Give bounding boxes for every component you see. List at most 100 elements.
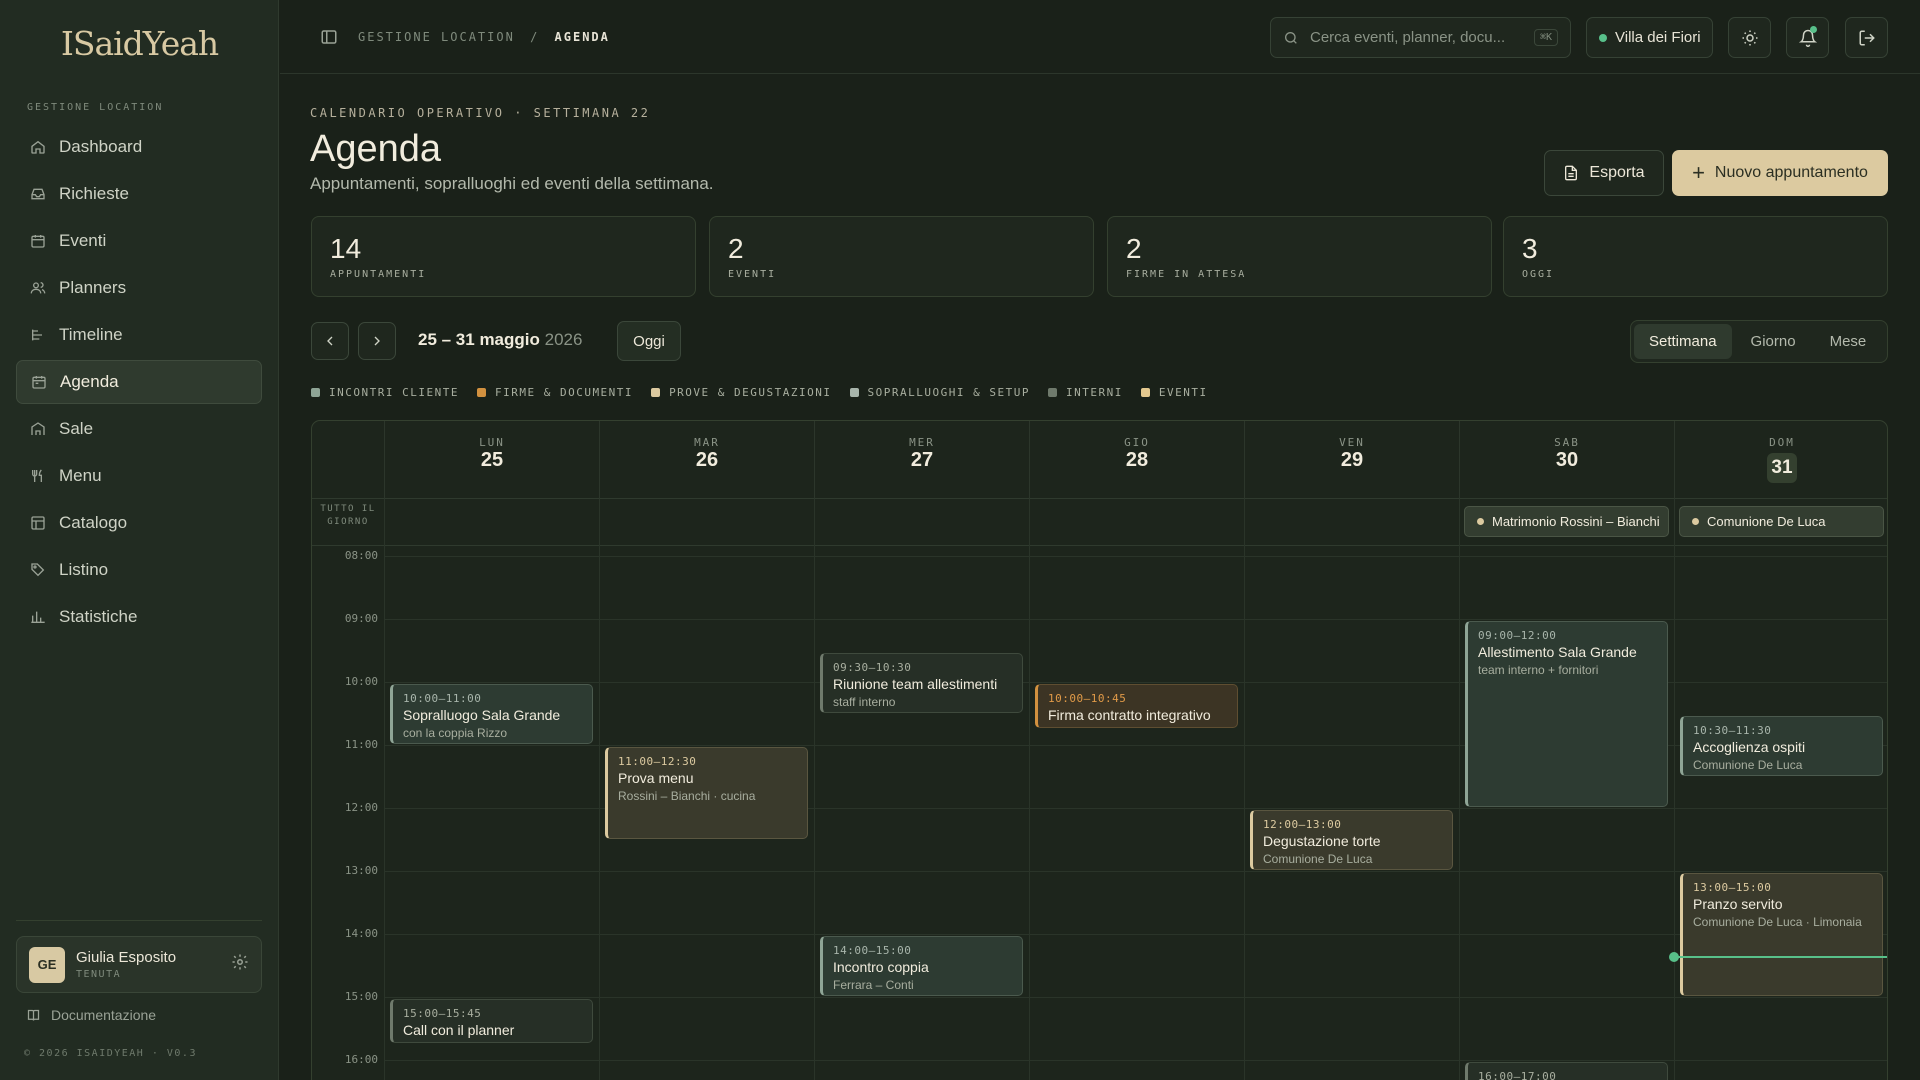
- day-name: GIO: [1124, 436, 1150, 449]
- sidebar-item-dashboard[interactable]: Dashboard: [16, 125, 262, 169]
- page-eyebrow: CALENDARIO OPERATIVO · SETTIMANA 22: [310, 106, 651, 120]
- today-button[interactable]: Oggi: [617, 321, 681, 361]
- stat-value: 2: [1126, 233, 1142, 264]
- sidebar-item-timeline[interactable]: Timeline: [16, 313, 262, 357]
- event-description: Comunione De Luca · Limonaia: [1693, 915, 1862, 929]
- day-number: 25: [480, 449, 504, 471]
- day-header-ven[interactable]: VEN 29: [1244, 421, 1459, 499]
- gear-icon[interactable]: [231, 953, 249, 976]
- app-logo[interactable]: ISaidYeah: [0, 24, 279, 63]
- user-card[interactable]: GE Giulia Esposito TENUTA: [16, 936, 262, 993]
- day-column-divider: [1029, 499, 1030, 1080]
- sidebar-item-statistiche[interactable]: Statistiche: [16, 595, 262, 639]
- day-header-dom[interactable]: DOM 31: [1674, 421, 1887, 499]
- calendar-event[interactable]: 10:00–11:00 Sopralluogo Sala Grande con la…: [390, 684, 593, 744]
- calendar-event[interactable]: 10:30–11:30 Accoglienza ospiti Comunione D…: [1680, 715, 1883, 776]
- sidebar-item-richieste[interactable]: Richieste: [16, 172, 262, 216]
- all-day-event[interactable]: Matrimonio Rossini – Bianchi: [1464, 506, 1669, 537]
- timeline-icon: [29, 326, 47, 344]
- day-name: VEN: [1339, 436, 1365, 449]
- sidebar: ISaidYeah GESTIONE LOCATION Dashboard Ric…: [0, 0, 279, 1080]
- sidebar-item-agenda[interactable]: Agenda: [16, 360, 262, 404]
- sidebar-item-sale[interactable]: Sale: [16, 407, 262, 451]
- users-icon: [29, 279, 47, 297]
- theme-toggle-button[interactable]: [1728, 17, 1771, 58]
- sidebar-toggle-icon[interactable]: [320, 28, 338, 51]
- legend-label: INCONTRI CLIENTE: [329, 386, 459, 399]
- view-option-giorno[interactable]: Giorno: [1736, 324, 1811, 359]
- inbox-icon: [29, 185, 47, 203]
- legend-swatch: [849, 388, 859, 397]
- day-header-lun[interactable]: LUN 25: [384, 421, 599, 499]
- utensils-icon: [29, 467, 47, 485]
- sidebar-item-menu[interactable]: Menu: [16, 454, 262, 498]
- event-time: 09:30–10:30: [833, 660, 912, 674]
- sidebar-item-planners[interactable]: Planners: [16, 266, 262, 310]
- view-option-mese[interactable]: Mese: [1815, 324, 1882, 359]
- day-column-divider: [1674, 499, 1675, 1080]
- search-input[interactable]: Cerca eventi, planner, docu... ⌘K: [1270, 17, 1571, 58]
- hour-label: 11:00: [344, 738, 378, 751]
- stat-card: 3 OGGI: [1503, 216, 1888, 297]
- day-number-wrap: 26: [600, 449, 814, 472]
- calendar-event[interactable]: 09:00–12:00 Allestimento Sala Grande team …: [1465, 621, 1668, 807]
- calendar-event[interactable]: 16:00–17:00: [1465, 1062, 1668, 1080]
- legend-item: INCONTRI CLIENTE: [311, 386, 459, 399]
- export-button[interactable]: Esporta: [1544, 150, 1664, 196]
- event-time: 11:00–12:30: [618, 755, 697, 768]
- calendar-event[interactable]: 12:00–13:00 Degustazione torte Comunione D…: [1250, 810, 1453, 870]
- search-shortcut: ⌘K: [1533, 29, 1558, 46]
- current-time-dot: [1669, 952, 1679, 963]
- legend-label: SOPRALLUOGHI & SETUP: [867, 386, 1030, 399]
- day-number-wrap: 25: [385, 449, 599, 472]
- stat-value: 3: [1522, 233, 1538, 264]
- all-day-event[interactable]: Comunione De Luca: [1679, 506, 1884, 537]
- calendar-event[interactable]: 10:00–10:45 Firma contratto integrativo: [1035, 684, 1238, 729]
- sidebar-item-listino[interactable]: Listino: [16, 548, 262, 592]
- calendar-event[interactable]: 09:30–10:30 Riunione team allestimenti sta…: [820, 652, 1023, 713]
- day-name: SAB: [1554, 436, 1580, 449]
- day-number: 31: [1767, 453, 1797, 483]
- calendar-event[interactable]: 14:00–15:00 Incontro coppia Ferrara – Cont…: [820, 936, 1023, 996]
- user-role: TENUTA: [76, 969, 122, 980]
- documentation-link[interactable]: Documentazione: [26, 1007, 156, 1023]
- venue-selector[interactable]: Villa dei Fiori: [1586, 17, 1713, 58]
- new-appointment-button[interactable]: + Nuovo appuntamento: [1672, 150, 1888, 196]
- chevron-right-icon: [374, 336, 380, 346]
- event-title: Degustazione torte: [1263, 833, 1381, 849]
- sidebar-item-catalogo[interactable]: Catalogo: [16, 501, 262, 545]
- sidebar-item-label: Timeline: [59, 325, 123, 344]
- calendar-event[interactable]: 15:00–15:45 Call con il planner: [390, 999, 593, 1044]
- breadcrumb: GESTIONE LOCATION / AGENDA: [358, 30, 610, 44]
- day-header-sab[interactable]: SAB 30: [1459, 421, 1674, 499]
- day-number-wrap: 28: [1030, 449, 1244, 472]
- event-title: Firma contratto integrativo: [1048, 707, 1211, 723]
- event-time: 13:00–15:00: [1693, 881, 1772, 894]
- legend-label: PROVE & DEGUSTAZIONI: [669, 386, 832, 399]
- stat-card: 2 FIRME IN ATTESA: [1107, 216, 1492, 297]
- event-title: Incontro coppia: [833, 959, 929, 975]
- next-week-button[interactable]: [358, 322, 396, 360]
- logout-button[interactable]: [1845, 17, 1888, 58]
- prev-week-button[interactable]: [311, 322, 349, 360]
- legend-item: SOPRALLUOGHI & SETUP: [849, 386, 1030, 399]
- hour-label: 16:00: [344, 1053, 378, 1066]
- view-option-settimana[interactable]: Settimana: [1634, 324, 1732, 359]
- day-header-mer[interactable]: MER 27: [814, 421, 1029, 499]
- day-header-mar[interactable]: MAR 26: [599, 421, 814, 499]
- calendar-event[interactable]: 13:00–15:00 Pranzo servito Comunione De Lu…: [1680, 873, 1883, 996]
- calendar-icon: [29, 232, 47, 250]
- sidebar-item-label: Agenda: [60, 372, 119, 391]
- user-name: Giulia Esposito: [76, 949, 177, 966]
- hour-label: 09:00: [344, 612, 378, 625]
- day-header-gio[interactable]: GIO 28: [1029, 421, 1244, 499]
- day-number: 29: [1340, 449, 1364, 471]
- legend-label: FIRME & DOCUMENTI: [494, 386, 634, 399]
- calendar-event[interactable]: 11:00–12:30 Prova menu Rossini – Bianchi ·…: [605, 747, 808, 839]
- sidebar-item-eventi[interactable]: Eventi: [16, 219, 262, 263]
- search-placeholder: Cerca eventi, planner, docu...: [1310, 29, 1506, 46]
- breadcrumb-parent[interactable]: GESTIONE LOCATION: [358, 30, 515, 44]
- notifications-button[interactable]: [1786, 17, 1829, 58]
- current-time-line: [1674, 956, 1887, 959]
- day-column-divider: [384, 499, 385, 1080]
